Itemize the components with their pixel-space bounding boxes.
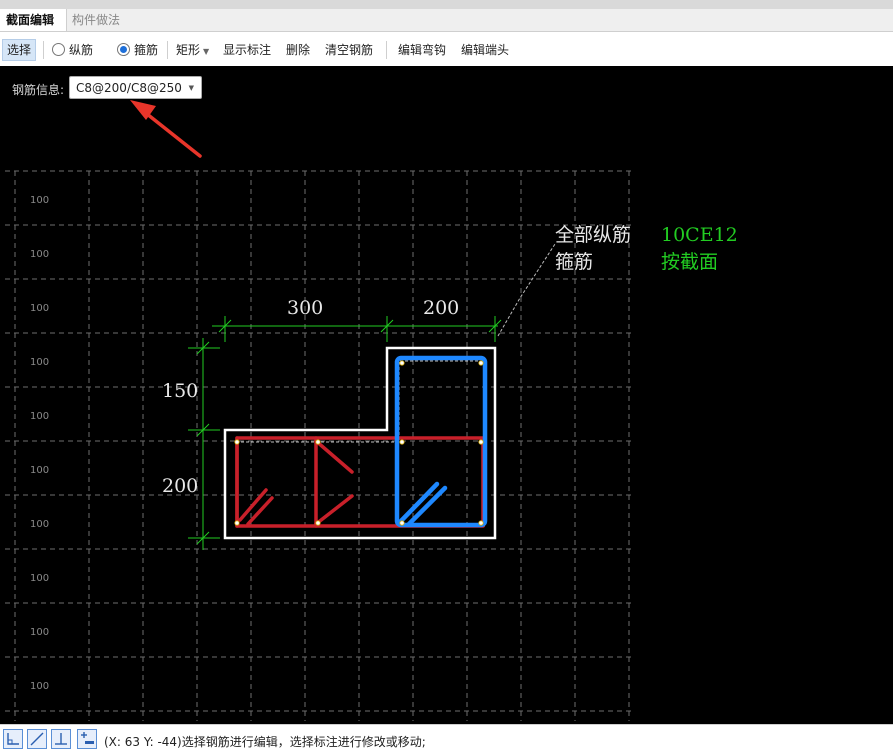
cover-line — [235, 360, 486, 527]
dim-top-right: 200 — [423, 297, 459, 319]
dim-top-left: 300 — [287, 297, 323, 319]
red-stirrups[interactable] — [235, 436, 485, 528]
section-drawing: 100 100 100 100 100 100 100 100 100 100 — [5, 100, 738, 721]
grid-tick-label: 100 — [30, 465, 49, 476]
toolbar-separator — [386, 41, 387, 59]
annotation-stirrup-value: 按截面 — [661, 251, 718, 273]
drawing-canvas[interactable]: 100 100 100 100 100 100 100 100 100 100 — [0, 66, 893, 724]
shape-dropdown-label: 矩形 — [176, 43, 201, 57]
chevron-down-icon: ▼ — [203, 47, 210, 56]
radio-longitudinal[interactable]: 纵筋 — [52, 40, 93, 60]
diagonal-line-icon[interactable] — [27, 729, 47, 749]
tab-component-method[interactable]: 构件做法 — [66, 9, 126, 31]
rebar-info-value: C8@200/C8@250 — [76, 81, 182, 95]
leader-line — [497, 243, 556, 337]
grid-lines — [5, 170, 632, 721]
rebar-info-dropdown[interactable]: C8@200/C8@250 ▼ — [69, 76, 202, 99]
show-annotation-button[interactable]: 显示标注 — [223, 40, 271, 60]
chevron-down-icon: ▼ — [188, 84, 194, 92]
section-outline[interactable] — [223, 346, 497, 540]
grid-tick-label: 100 — [30, 249, 49, 260]
orthogonal-snap-icon-svg — [7, 733, 19, 745]
tab-section-edit[interactable]: 截面编辑 — [0, 9, 67, 31]
annotation-longitudinal-value: 10CE12 — [661, 224, 738, 246]
diagonal-line-icon-svg — [30, 732, 44, 746]
radio-longitudinal-label: 纵筋 — [69, 43, 94, 57]
status-text: (X: 63 Y: -44)选择钢筋进行编辑，选择标注进行修改或移动; — [104, 735, 426, 749]
add-dimension-icon[interactable] — [77, 729, 97, 749]
radio-checked-icon — [117, 43, 130, 56]
grid-tick-label: 100 — [30, 411, 49, 422]
red-arrow-annotation — [130, 100, 202, 158]
dim-left-top: 150 — [162, 380, 198, 402]
perpendicular-icon[interactable] — [51, 729, 71, 749]
tab-bar: 截面编辑 构件做法 — [0, 9, 893, 32]
grid-tick-label: 100 — [30, 519, 49, 530]
toolbar-separator — [167, 41, 168, 59]
toolbar: 选择 纵筋 箍筋 矩形 ▼ 显示标注 删除 清空钢筋 编辑弯钩 编辑端头 — [0, 32, 893, 67]
perpendicular-icon-svg — [55, 733, 67, 745]
grid-tick-label: 100 — [30, 573, 49, 584]
window-top-strip — [0, 0, 893, 9]
edit-end-button[interactable]: 编辑端头 — [461, 40, 509, 60]
shape-dropdown[interactable]: 矩形 ▼ — [176, 40, 209, 60]
annotation-longitudinal-label: 全部纵筋 — [555, 224, 631, 246]
radio-stirrup-label: 箍筋 — [134, 43, 159, 57]
radio-stirrup[interactable]: 箍筋 — [117, 40, 158, 60]
toolbar-separator — [43, 41, 44, 59]
dimension-lines — [188, 316, 502, 550]
annotation-stirrup-label: 箍筋 — [555, 251, 593, 273]
rebar-info-label: 钢筋信息: — [12, 83, 65, 97]
grid-tick-labels: 100 100 100 100 100 100 100 100 100 100 — [30, 195, 49, 692]
grid-tick-label: 100 — [30, 627, 49, 638]
dimension-labels[interactable]: 300 200 150 200 — [162, 297, 459, 497]
status-bar: (X: 63 Y: -44)选择钢筋进行编辑，选择标注进行修改或移动; — [0, 724, 893, 755]
orthogonal-snap-icon[interactable] — [3, 729, 23, 749]
clear-rebar-button[interactable]: 清空钢筋 — [325, 40, 373, 60]
grid-tick-label: 100 — [30, 681, 49, 692]
radio-circle-icon — [52, 43, 65, 56]
delete-button[interactable]: 删除 — [286, 40, 310, 60]
add-dimension-icon-svg — [81, 732, 94, 744]
select-button[interactable]: 选择 — [2, 39, 37, 61]
grid-tick-label: 100 — [30, 357, 49, 368]
edit-hook-button[interactable]: 编辑弯钩 — [398, 40, 446, 60]
grid-tick-label: 100 — [30, 303, 49, 314]
grid-tick-label: 100 — [30, 195, 49, 206]
dim-left-bottom: 200 — [162, 475, 198, 497]
rebar-annotation[interactable]: 全部纵筋 10CE12 箍筋 按截面 — [555, 224, 738, 273]
